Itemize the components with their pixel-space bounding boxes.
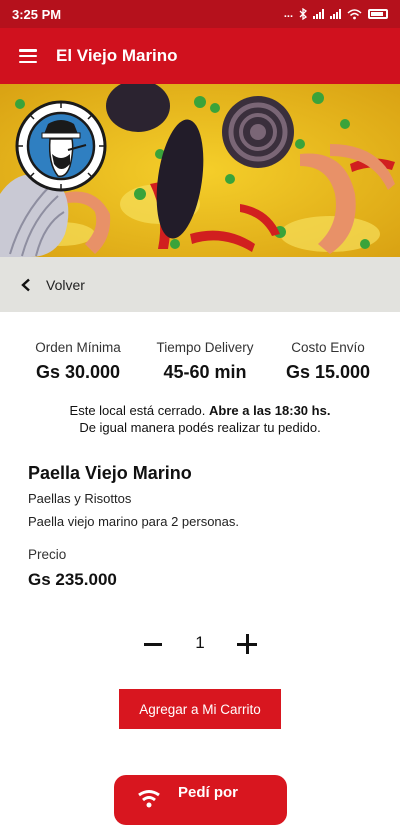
back-label: Volver <box>46 276 85 293</box>
stat-label: Costo Envío <box>291 340 365 355</box>
plus-icon[interactable] <box>234 632 260 656</box>
order-anyway-text: De igual manera podés realizar tu pedido… <box>79 420 321 435</box>
battery-icon <box>368 9 388 19</box>
stat-label: Orden Mínima <box>35 340 121 355</box>
stat-label: Tiempo Delivery <box>156 340 254 355</box>
product-category: Paellas y Risottos <box>28 491 132 506</box>
opens-text: Abre a las 18:30 hs. <box>209 403 331 418</box>
more-dots-icon: ... <box>283 8 293 20</box>
minus-icon[interactable] <box>140 632 166 656</box>
wifi-icon <box>347 8 362 19</box>
order-by-label: Pedí por <box>178 784 239 801</box>
quantity-value: 1 <box>195 633 205 652</box>
app-title: El Viejo Marino <box>56 46 178 65</box>
product-name: Paella Viejo Marino <box>28 463 192 483</box>
stat-value: Gs 30.000 <box>35 362 121 382</box>
stat-value: Gs 15.000 <box>285 362 371 382</box>
price-value: Gs 235.000 <box>28 570 117 589</box>
bluetooth-icon <box>299 8 307 20</box>
hamburger-menu-icon[interactable] <box>19 49 37 63</box>
wifi-signal-icon <box>138 790 160 808</box>
closed-text: Este local está cerrado. <box>69 403 206 418</box>
app-bar: El Viejo Marino <box>0 28 400 84</box>
status-bar: 3:25 PM ... <box>0 0 400 28</box>
closed-notice: Este local está cerrado. Abre a las 18:3… <box>0 402 400 436</box>
status-time: 3:25 PM <box>12 6 62 22</box>
order-by-button[interactable]: Pedí por <box>114 775 287 825</box>
stat-delivery-time: Tiempo Delivery 45-60 min <box>146 340 264 383</box>
sailor-logo <box>15 100 107 192</box>
signal-icon-2 <box>330 9 341 19</box>
product-description: Paella viejo marino para 2 personas. <box>28 514 240 529</box>
stat-value: 45-60 min <box>163 362 247 382</box>
stat-shipping-cost: Costo Envío Gs 15.000 <box>282 340 374 383</box>
signal-icon <box>313 9 324 19</box>
add-to-cart-button[interactable]: Agregar a Mi Carrito <box>119 689 281 729</box>
back-button[interactable]: Volver <box>0 257 400 312</box>
price-label: Precio <box>28 547 67 562</box>
hero-image <box>0 84 400 257</box>
status-icons: ... <box>284 8 388 20</box>
chevron-left-icon <box>20 278 34 292</box>
stat-minimum-order: Orden Mínima Gs 30.000 <box>28 340 128 383</box>
paella-illustration <box>0 84 400 257</box>
